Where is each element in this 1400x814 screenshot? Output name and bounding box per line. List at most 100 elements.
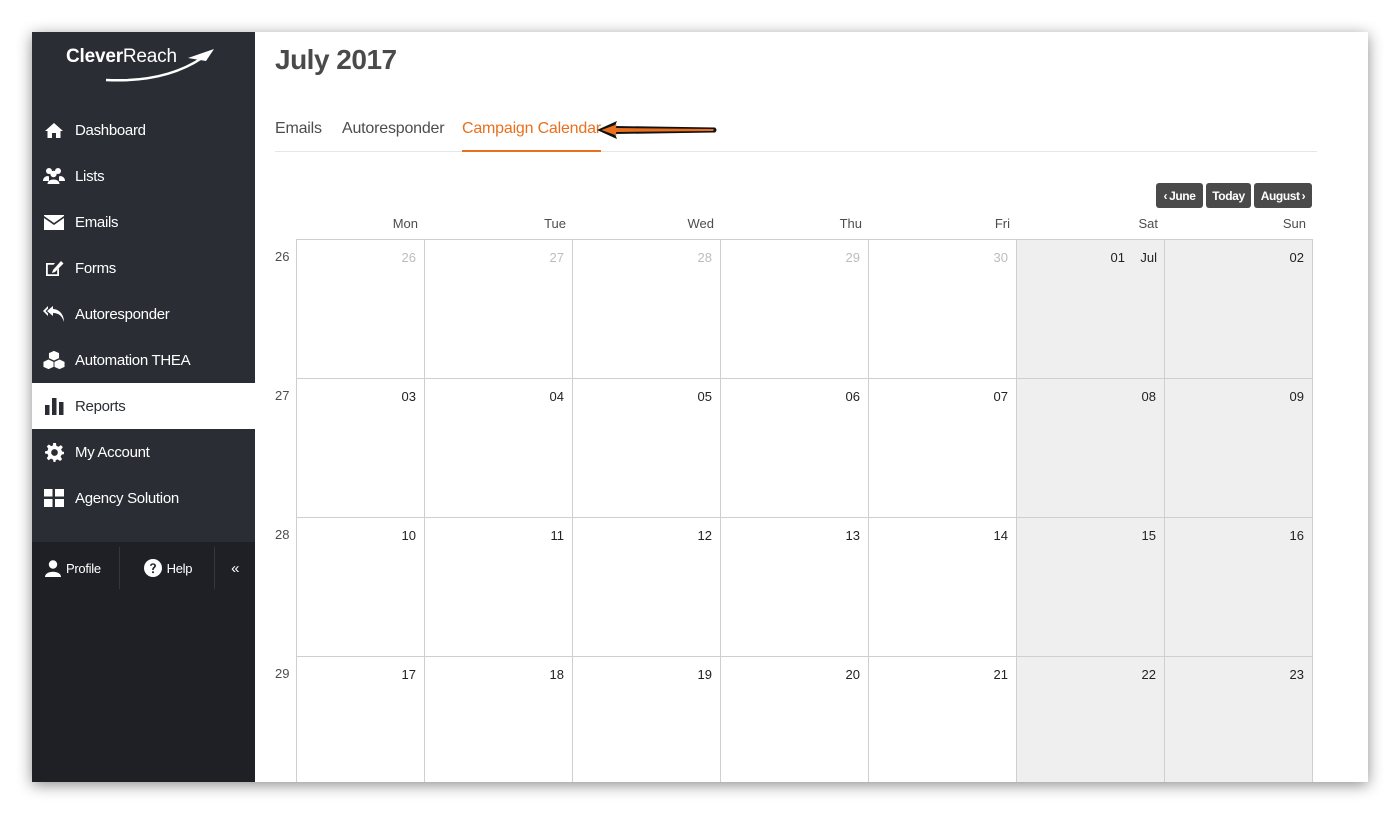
- day-number: 09: [1289, 389, 1304, 404]
- weekday-sun: Sun: [1282, 216, 1306, 231]
- sidebar-item-agency-solution[interactable]: Agency Solution: [32, 475, 255, 521]
- bar-chart-icon: [43, 396, 65, 416]
- calendar-day-cell[interactable]: 16: [1165, 518, 1313, 657]
- calendar-day-cell[interactable]: 27: [425, 240, 573, 379]
- calendar-day-cell[interactable]: 18: [425, 657, 573, 782]
- calendar-day-cell[interactable]: 12: [573, 518, 721, 657]
- calendar-day-cell[interactable]: 01 Jul: [1017, 240, 1165, 379]
- day-number: 26: [401, 250, 416, 265]
- calendar-day-cell[interactable]: 14: [869, 518, 1017, 657]
- sidebar-item-lists[interactable]: Lists: [32, 153, 255, 199]
- day-number: 08: [1141, 389, 1156, 404]
- collapse-sidebar-button[interactable]: «: [215, 547, 255, 589]
- calendar-day-cell[interactable]: 10: [297, 518, 425, 657]
- sidebar-item-label: Agency Solution: [75, 489, 179, 507]
- calendar-day-cell[interactable]: 21: [869, 657, 1017, 782]
- sidebar-item-reports[interactable]: Reports: [32, 383, 255, 429]
- sidebar: CleverReach Dashboard Lists Emails Forms: [32, 32, 255, 782]
- calendar-day-cell[interactable]: 11: [425, 518, 573, 657]
- calendar-day-cell[interactable]: 28: [573, 240, 721, 379]
- calendar-day-cell[interactable]: 02: [1165, 240, 1313, 379]
- day-number: 02: [1289, 250, 1304, 265]
- profile-label: Profile: [66, 560, 101, 576]
- sidebar-footer: Profile Help «: [32, 547, 255, 589]
- day-number: 01: [1110, 250, 1125, 265]
- next-month-button[interactable]: August ›: [1254, 183, 1312, 208]
- main-content: July 2017 Emails Autoresponder Campaign …: [255, 32, 1368, 782]
- calendar-week: 28 10 11 12 13 14 15 16: [275, 518, 1313, 657]
- calendar-day-cell[interactable]: 23: [1165, 657, 1313, 782]
- calendar-navigation: ‹ June Today August ›: [1156, 183, 1312, 208]
- week-number: 27: [275, 388, 290, 403]
- chevron-left-icon: ‹: [1163, 188, 1168, 203]
- page-title: July 2017: [275, 44, 397, 75]
- calendar-day-cell[interactable]: 06: [721, 379, 869, 518]
- sidebar-item-label: Emails: [75, 213, 119, 231]
- sidebar-nav: Dashboard Lists Emails Forms Autorespond…: [32, 107, 255, 521]
- tab-campaign-calendar[interactable]: Campaign Calendar: [462, 120, 601, 152]
- weekday-mon: Mon: [392, 216, 418, 231]
- day-number: 07: [993, 389, 1008, 404]
- calendar-week: 27 03 04 05 06 07 08 09: [275, 379, 1313, 518]
- calendar-day-cell[interactable]: 04: [425, 379, 573, 518]
- sidebar-item-automation-thea[interactable]: Automation THEA: [32, 337, 255, 383]
- home-icon: [43, 120, 65, 140]
- calendar-day-cell[interactable]: 03: [297, 379, 425, 518]
- prev-month-button[interactable]: ‹ June: [1156, 183, 1203, 208]
- user-icon: [45, 559, 61, 577]
- sidebar-item-forms[interactable]: Forms: [32, 245, 255, 291]
- weekday-tue: Tue: [544, 216, 566, 231]
- calendar-day-cell[interactable]: 05: [573, 379, 721, 518]
- sidebar-item-label: My Account: [75, 443, 150, 461]
- day-number: 14: [993, 528, 1008, 543]
- calendar-grid: 26 26 27 28 29 30 01 Jul 02 27 03 04 05 …: [275, 239, 1313, 782]
- sidebar-item-label: Autoresponder: [75, 305, 170, 323]
- calendar-day-cell[interactable]: 15: [1017, 518, 1165, 657]
- calendar-week: 29 17 18 19 20 21 22 23: [275, 657, 1313, 782]
- users-icon: [43, 166, 65, 186]
- calendar-day-cell[interactable]: 07: [869, 379, 1017, 518]
- sidebar-item-autoresponder[interactable]: Autoresponder: [32, 291, 255, 337]
- calendar-day-cell[interactable]: 30: [869, 240, 1017, 379]
- today-label: Today: [1212, 188, 1245, 203]
- tab-bar: Emails Autoresponder Campaign Calendar: [275, 116, 1317, 152]
- envelope-icon: [43, 212, 65, 232]
- calendar-day-cell[interactable]: 13: [721, 518, 869, 657]
- gear-icon: [43, 442, 65, 462]
- prev-month-label: June: [1169, 188, 1196, 203]
- calendar-day-cell[interactable]: 09: [1165, 379, 1313, 518]
- tab-emails[interactable]: Emails: [275, 120, 322, 152]
- sidebar-item-label: Forms: [75, 259, 116, 277]
- week-number: 26: [275, 249, 290, 264]
- next-month-label: August: [1260, 188, 1300, 203]
- calendar-day-cell[interactable]: 22: [1017, 657, 1165, 782]
- logo-swoosh-icon: [105, 49, 214, 82]
- grid-icon: [43, 488, 65, 508]
- day-number: 04: [549, 389, 564, 404]
- sidebar-item-emails[interactable]: Emails: [32, 199, 255, 245]
- calendar-day-cell[interactable]: 17: [297, 657, 425, 782]
- sidebar-item-label: Automation THEA: [75, 351, 191, 369]
- day-number: 22: [1141, 667, 1156, 682]
- today-button[interactable]: Today: [1206, 183, 1251, 208]
- day-number: 21: [993, 667, 1008, 682]
- day-number: 11: [550, 528, 565, 543]
- cleverreach-logo[interactable]: CleverReach: [66, 42, 226, 82]
- day-number: 18: [549, 667, 564, 682]
- sidebar-item-label: Dashboard: [75, 121, 146, 139]
- calendar-day-cell[interactable]: 08: [1017, 379, 1165, 518]
- day-number: 19: [697, 667, 712, 682]
- calendar-day-cell[interactable]: 19: [573, 657, 721, 782]
- sidebar-item-my-account[interactable]: My Account: [32, 429, 255, 475]
- week-number: 29: [275, 666, 290, 681]
- weekday-fri: Fri: [994, 216, 1010, 231]
- tab-autoresponder[interactable]: Autoresponder: [342, 120, 445, 152]
- profile-link[interactable]: Profile: [32, 547, 119, 589]
- calendar-day-cell[interactable]: 26: [297, 240, 425, 379]
- calendar-day-cell[interactable]: 29: [721, 240, 869, 379]
- day-number: 13: [845, 528, 860, 543]
- sidebar-item-dashboard[interactable]: Dashboard: [32, 107, 255, 153]
- reply-all-icon: [43, 304, 65, 324]
- calendar-day-cell[interactable]: 20: [721, 657, 869, 782]
- help-link[interactable]: Help: [120, 547, 215, 589]
